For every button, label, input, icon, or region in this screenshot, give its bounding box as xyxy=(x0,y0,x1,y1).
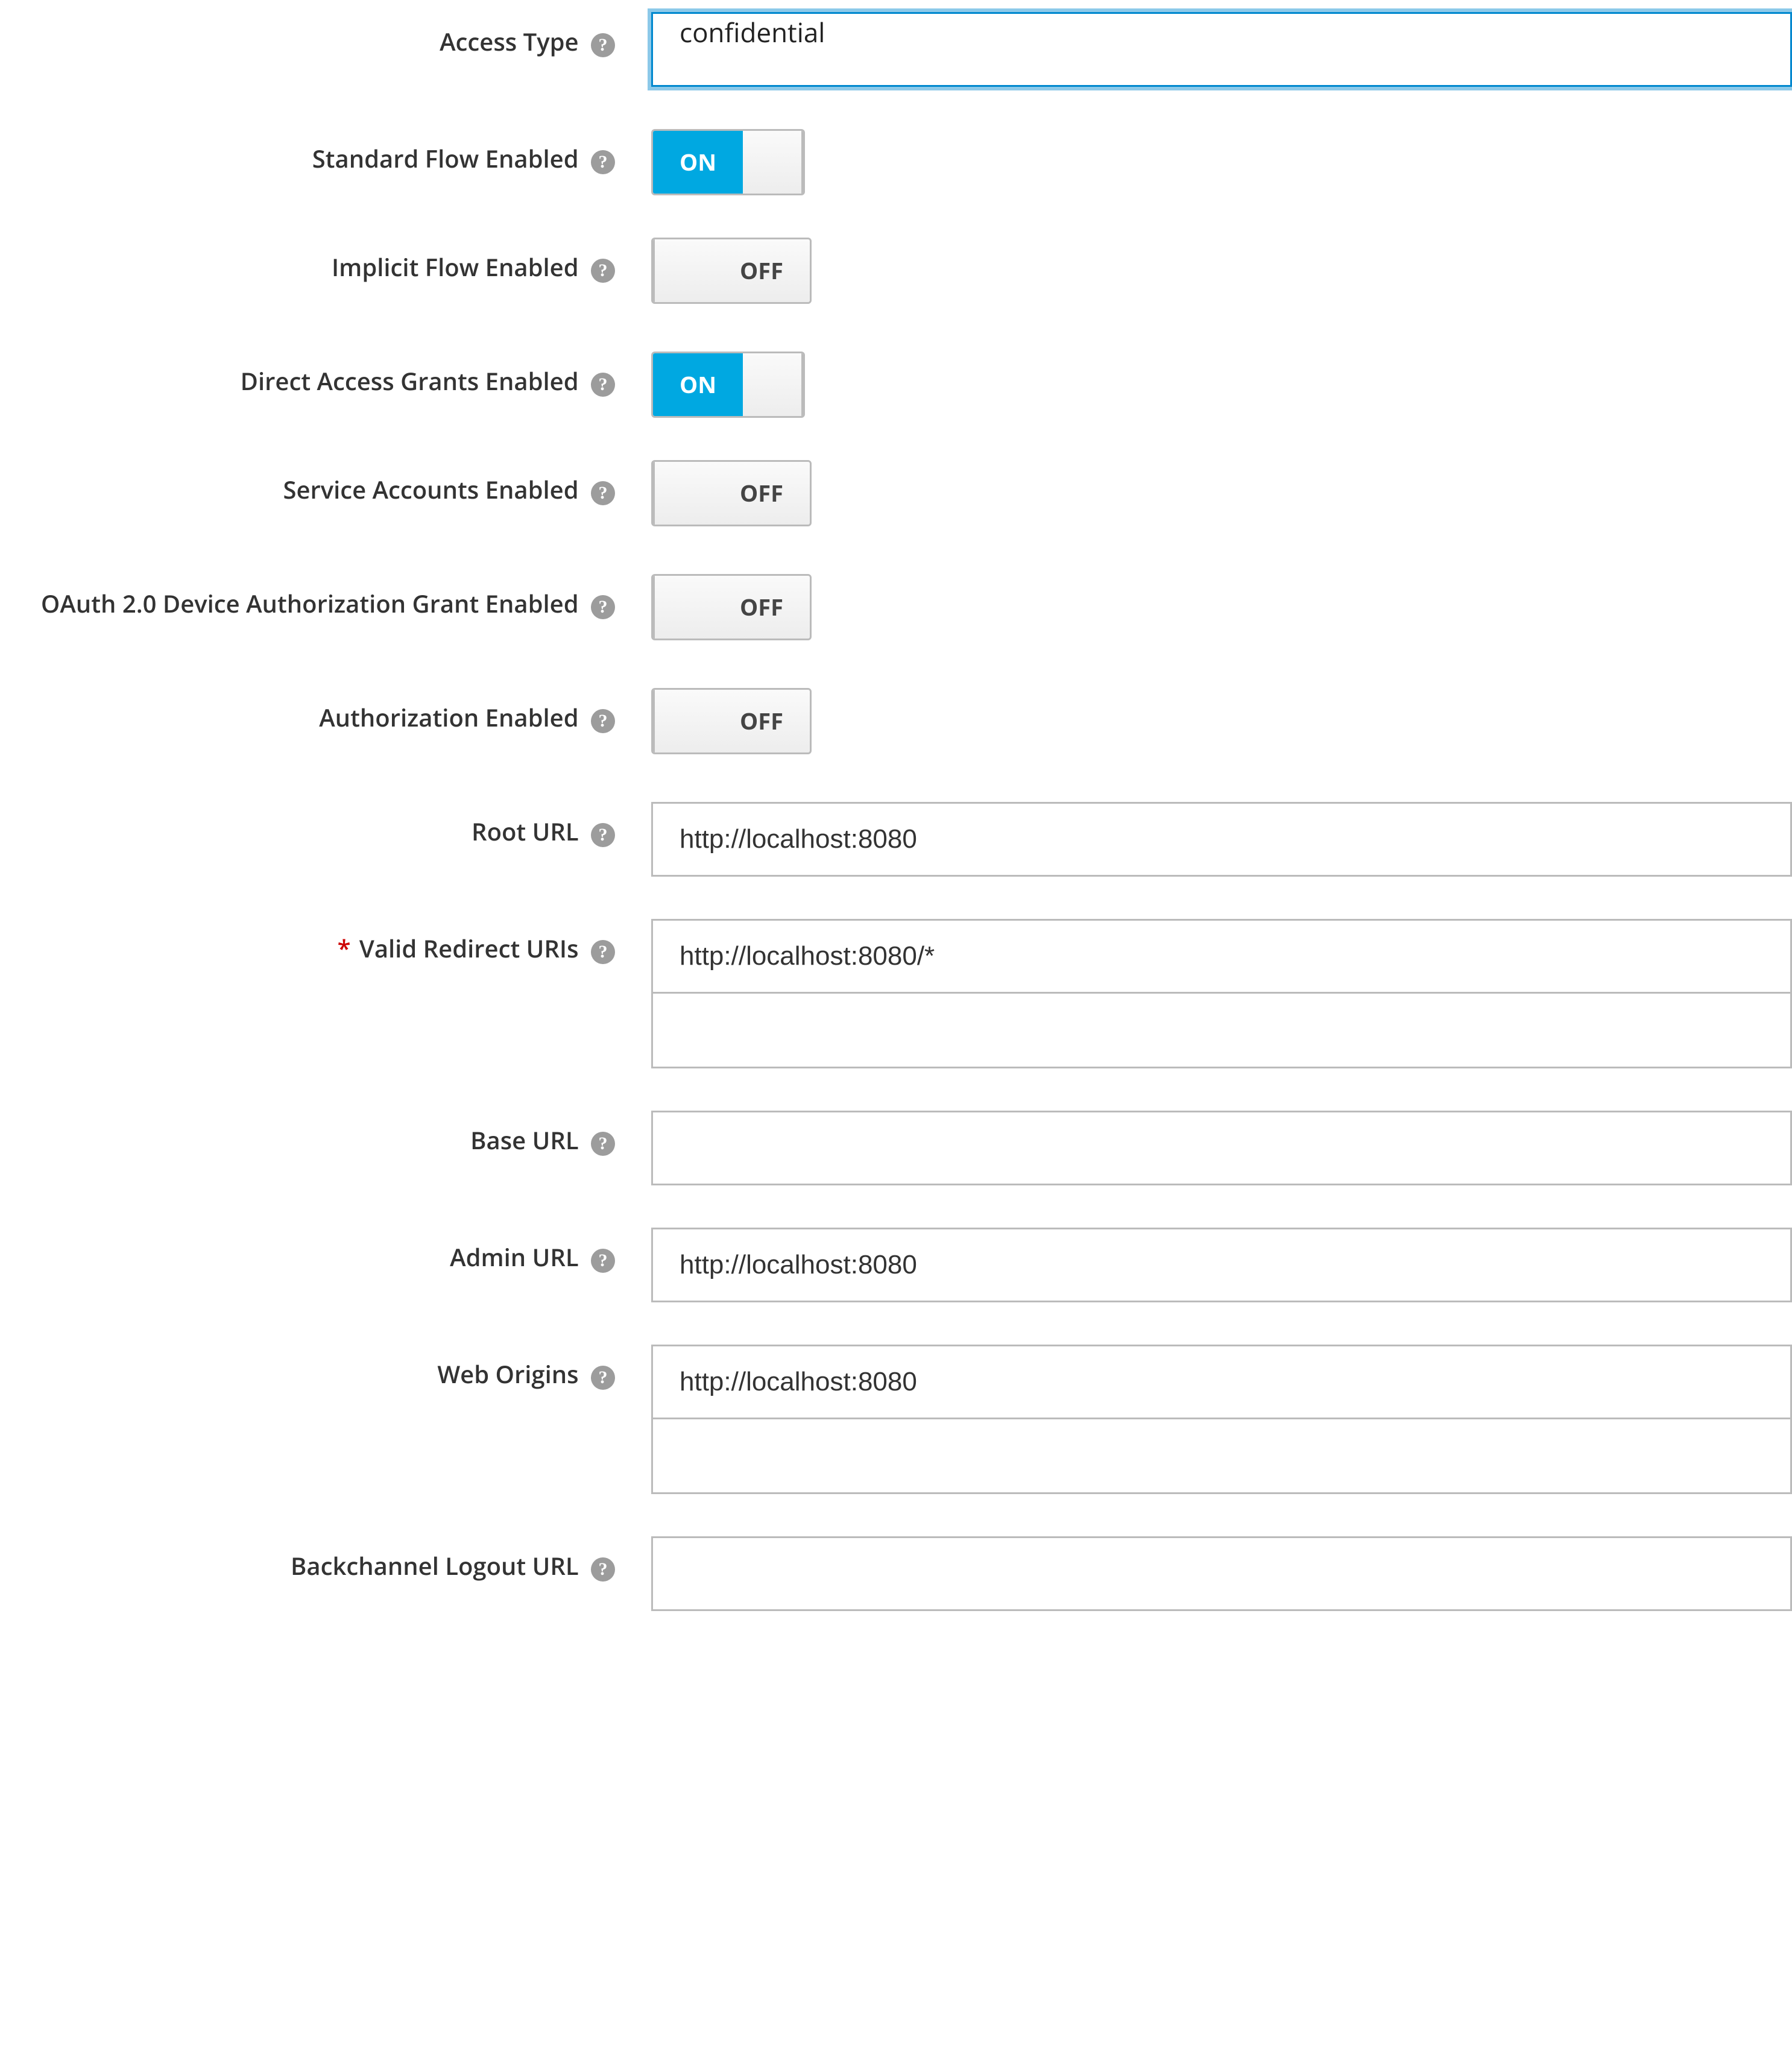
row-base-url: Base URL ? xyxy=(0,1111,1792,1185)
row-root-url: Root URL ? xyxy=(0,802,1792,877)
row-implicit-flow: Implicit Flow Enabled ? ON OFF xyxy=(0,238,1792,309)
label-text-access-type: Access Type xyxy=(440,25,579,58)
label-text-base-url: Base URL xyxy=(470,1123,578,1156)
row-web-origins: Web Origins ? xyxy=(0,1345,1792,1494)
help-icon[interactable]: ? xyxy=(591,823,615,847)
toggle-handle xyxy=(743,131,803,194)
label-implicit-flow: Implicit Flow Enabled ? xyxy=(0,238,651,283)
label-text-valid-redirect: Valid Redirect URIs xyxy=(359,932,579,965)
label-text-oauth-device: OAuth 2.0 Device Authorization Grant Ena… xyxy=(41,587,579,620)
label-standard-flow: Standard Flow Enabled ? xyxy=(0,129,651,175)
web-origin-input-1[interactable] xyxy=(651,1419,1792,1494)
label-service-accounts: Service Accounts Enabled ? xyxy=(0,460,651,506)
help-icon[interactable]: ? xyxy=(591,373,615,397)
service-accounts-toggle[interactable]: ON OFF xyxy=(651,460,812,526)
label-text-direct-access: Direct Access Grants Enabled xyxy=(241,364,579,397)
base-url-input[interactable] xyxy=(651,1111,1792,1185)
label-base-url: Base URL ? xyxy=(0,1111,651,1156)
label-text-root-url: Root URL xyxy=(472,815,579,848)
label-web-origins: Web Origins ? xyxy=(0,1345,651,1390)
help-icon[interactable]: ? xyxy=(591,1132,615,1156)
toggle-off-label: OFF xyxy=(713,576,810,639)
client-settings-form: Access Type ? confidential Standard Flow… xyxy=(0,0,1792,1611)
toggle-on-label: ON xyxy=(653,353,743,416)
label-text-web-origins: Web Origins xyxy=(437,1357,578,1390)
toggle-off-label: OFF xyxy=(713,690,810,752)
toggle-off-label: OFF xyxy=(713,239,810,302)
label-direct-access: Direct Access Grants Enabled ? xyxy=(0,352,651,397)
help-icon[interactable]: ? xyxy=(591,1557,615,1582)
root-url-input[interactable] xyxy=(651,802,1792,877)
backchannel-input[interactable] xyxy=(651,1536,1792,1611)
label-valid-redirect: * Valid Redirect URIs ? xyxy=(0,919,651,965)
help-icon[interactable]: ? xyxy=(591,1249,615,1273)
direct-access-toggle[interactable]: ON OFF xyxy=(651,352,805,418)
valid-redirect-input-1[interactable] xyxy=(651,994,1792,1068)
label-text-authz: Authorization Enabled xyxy=(319,701,578,734)
label-access-type: Access Type ? xyxy=(0,12,651,58)
standard-flow-toggle[interactable]: ON OFF xyxy=(651,129,805,195)
admin-url-input[interactable] xyxy=(651,1228,1792,1302)
row-admin-url: Admin URL ? xyxy=(0,1228,1792,1302)
toggle-handle xyxy=(653,239,713,302)
web-origin-input-0[interactable] xyxy=(651,1345,1792,1419)
access-type-select[interactable]: confidential xyxy=(651,12,1792,87)
toggle-handle xyxy=(653,690,713,752)
row-direct-access: Direct Access Grants Enabled ? ON OFF xyxy=(0,352,1792,418)
row-access-type: Access Type ? confidential xyxy=(0,12,1792,87)
help-icon[interactable]: ? xyxy=(591,150,615,174)
toggle-off-label: OFF xyxy=(713,462,810,525)
label-oauth-device: OAuth 2.0 Device Authorization Grant Ena… xyxy=(0,574,651,620)
help-icon[interactable]: ? xyxy=(591,481,615,505)
label-text-admin-url: Admin URL xyxy=(450,1240,578,1273)
label-authz: Authorization Enabled ? xyxy=(0,688,651,734)
label-backchannel: Backchannel Logout URL ? xyxy=(0,1536,651,1582)
help-icon[interactable]: ? xyxy=(591,1366,615,1390)
help-icon[interactable]: ? xyxy=(591,709,615,733)
label-text-standard-flow: Standard Flow Enabled xyxy=(312,142,579,175)
row-standard-flow: Standard Flow Enabled ? ON OFF xyxy=(0,129,1792,195)
valid-redirect-input-0[interactable] xyxy=(651,919,1792,994)
toggle-handle xyxy=(653,462,713,525)
row-authz: Authorization Enabled ? ON OFF xyxy=(0,688,1792,760)
row-oauth-device: OAuth 2.0 Device Authorization Grant Ena… xyxy=(0,574,1792,646)
oauth-device-toggle[interactable]: ON OFF xyxy=(651,574,812,640)
help-icon[interactable]: ? xyxy=(591,595,615,619)
label-text-implicit-flow: Implicit Flow Enabled xyxy=(332,250,579,283)
label-admin-url: Admin URL ? xyxy=(0,1228,651,1273)
toggle-handle xyxy=(743,353,803,416)
help-icon[interactable]: ? xyxy=(591,33,615,57)
label-root-url: Root URL ? xyxy=(0,802,651,848)
help-icon[interactable]: ? xyxy=(591,259,615,283)
row-valid-redirect: * Valid Redirect URIs ? xyxy=(0,919,1792,1068)
toggle-handle xyxy=(653,576,713,639)
row-service-accounts: Service Accounts Enabled ? ON OFF xyxy=(0,460,1792,532)
row-backchannel: Backchannel Logout URL ? xyxy=(0,1536,1792,1611)
label-text-service-accounts: Service Accounts Enabled xyxy=(283,473,578,506)
implicit-flow-toggle[interactable]: ON OFF xyxy=(651,238,812,304)
toggle-on-label: ON xyxy=(653,131,743,194)
required-marker: * xyxy=(338,932,351,965)
help-icon[interactable]: ? xyxy=(591,940,615,964)
label-text-backchannel: Backchannel Logout URL xyxy=(291,1549,579,1582)
authz-toggle[interactable]: ON OFF xyxy=(651,688,812,754)
